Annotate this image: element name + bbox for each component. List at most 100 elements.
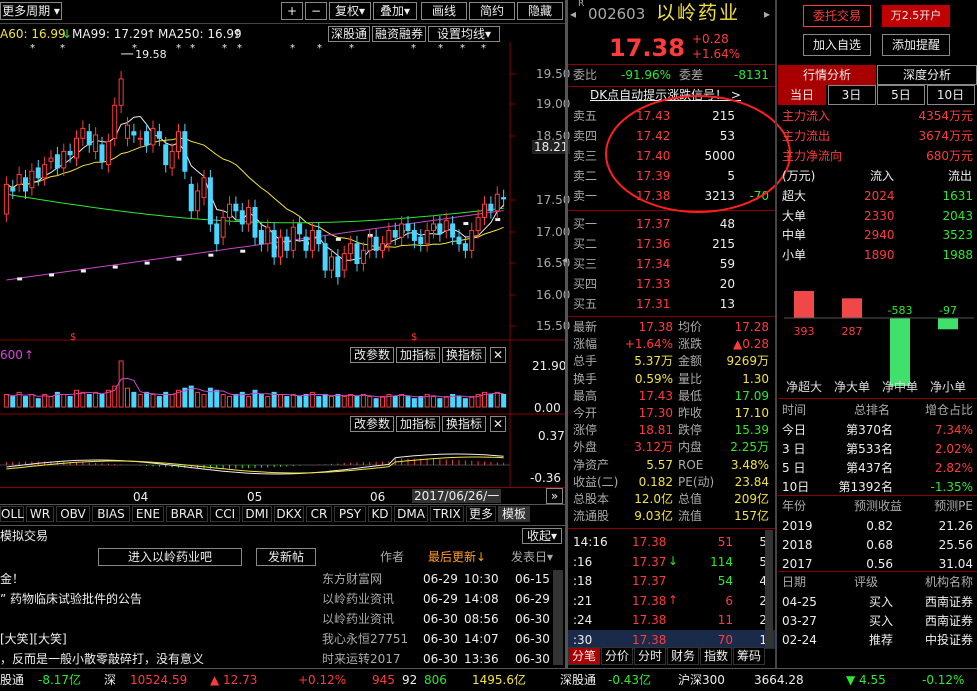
- enter-bar-button[interactable]: 进入以岭药业吧: [98, 548, 242, 566]
- quote-label: 换手: [573, 371, 598, 386]
- macd-param-button[interactable]: 改参数: [350, 416, 394, 432]
- close-icon[interactable]: ✕: [490, 347, 506, 363]
- indicator-tab[interactable]: ENE: [132, 506, 164, 522]
- forum-row[interactable]: 以岭药业资讯 06-30 08:56 06-30: [0, 609, 553, 629]
- vol-swap-indicator-button[interactable]: 换指标: [442, 347, 486, 363]
- indicator-tab[interactable]: OLL: [0, 506, 24, 522]
- tab-market-analysis[interactable]: 行情分析: [778, 65, 876, 85]
- tick-tab[interactable]: 分时: [634, 647, 666, 665]
- bid-row[interactable]: 买三 17.34 59: [568, 254, 775, 274]
- macd-add-indicator-button[interactable]: 加指标: [396, 416, 440, 432]
- analysis-tabs: 行情分析 深度分析: [778, 65, 977, 85]
- candle-body: [176, 131, 181, 152]
- candle-body: [258, 230, 264, 245]
- indicator-tab[interactable]: DMI: [242, 506, 272, 522]
- volume-bar: [29, 393, 35, 408]
- indicator-tab[interactable]: WR: [26, 506, 54, 522]
- net-flow-bar: [890, 318, 910, 386]
- period-tab[interactable]: 当日: [778, 85, 826, 105]
- prev-stock-icon[interactable]: ◂: [570, 8, 576, 20]
- close-icon[interactable]: ✕: [490, 416, 506, 432]
- volume-bar: [131, 391, 137, 408]
- indicator-tab[interactable]: 更多: [466, 506, 496, 522]
- indicator-tab[interactable]: 模板: [498, 506, 530, 522]
- draw-line-button[interactable]: 画线: [421, 2, 467, 20]
- volume-bar: [316, 396, 322, 408]
- flow-in: 2940: [864, 228, 895, 242]
- candle-body: [156, 131, 162, 139]
- table-cell: 中投证券: [924, 633, 973, 647]
- macd-swap-indicator-button[interactable]: 换指标: [442, 416, 486, 432]
- forum-row[interactable]: ” 药物临床试验批件的公告 以岭药业资讯 06-29 14:08 06-29: [0, 589, 553, 609]
- tick-scrollbar[interactable]: [765, 530, 773, 648]
- col-posted[interactable]: 发表日▾: [511, 551, 553, 563]
- vol-param-button[interactable]: 改参数: [350, 347, 394, 363]
- tick-tab[interactable]: 分笔: [568, 647, 600, 665]
- tick-tab[interactable]: 指数: [700, 647, 732, 665]
- scroll-right-icon[interactable]: »: [546, 488, 563, 504]
- bid-row[interactable]: 买五 17.31 13: [568, 294, 775, 314]
- indicator-tab[interactable]: DKX: [274, 506, 304, 522]
- tab-depth-analysis[interactable]: 深度分析: [877, 65, 977, 85]
- trade-button[interactable]: 委托交易: [803, 5, 871, 27]
- quote-label: 外盘: [573, 440, 598, 455]
- tick-tab[interactable]: 分价: [601, 647, 633, 665]
- zoom-in-button[interactable]: +: [281, 2, 303, 20]
- forum-row[interactable]: ，反而是一般小散零敲碎打，没有意义 时来运转2017 06-30 13:36 06-30: [0, 649, 553, 669]
- indicator-tab[interactable]: DMA: [394, 506, 428, 522]
- tick-time: :21: [573, 593, 593, 608]
- forum-row[interactable]: 金！ 东方财富网 06-29 10:30 06-15: [0, 569, 553, 589]
- add-alert-button[interactable]: 添加提醒: [882, 34, 950, 56]
- new-post-button[interactable]: 发新帖: [256, 548, 316, 566]
- candle-body: [354, 243, 360, 265]
- period-tab[interactable]: 3日: [827, 85, 876, 105]
- table-row: 3 日 第533名 2.02%: [778, 439, 977, 458]
- tick-row: :24 17.38 11 2: [568, 610, 775, 629]
- volume-bar: [35, 398, 41, 408]
- col-latest[interactable]: 最后更新↓: [428, 551, 486, 563]
- indicator-tab[interactable]: TRIX: [430, 506, 464, 522]
- kline-chart[interactable]: 19.58* * * * * * * * * * * * * *$ $: [0, 42, 565, 504]
- quote-label: 均价: [678, 320, 703, 334]
- bid-row[interactable]: 买二 17.36 215: [568, 234, 775, 254]
- hide-button[interactable]: 隐藏: [517, 2, 563, 20]
- zoom-out-button[interactable]: −: [305, 2, 327, 20]
- set-ma-button[interactable]: 设置均线▾: [428, 26, 500, 42]
- volume-arrow-icon: ↑: [24, 348, 35, 362]
- indicator-tab[interactable]: BIAS: [92, 506, 130, 522]
- next-stock-icon[interactable]: ▸: [764, 8, 770, 20]
- sz-pct: +0.12%: [298, 673, 347, 687]
- vol-add-indicator-button[interactable]: 加指标: [396, 347, 440, 363]
- quote-value: 0.182: [638, 474, 673, 489]
- period-tab[interactable]: 10日: [926, 85, 975, 105]
- forum-scrollbar[interactable]: [553, 570, 563, 665]
- forum-row[interactable]: [大笑][大笑] 我心永恒27751 06-30 14:07 06-30: [0, 629, 553, 649]
- candle-body: [10, 187, 16, 192]
- indicator-tab[interactable]: OBV: [56, 506, 90, 522]
- margin-button[interactable]: 融资融券: [372, 26, 426, 42]
- period-tab[interactable]: 5日: [877, 85, 925, 105]
- fuquan-button[interactable]: 复权▾: [329, 2, 371, 20]
- sgt-button[interactable]: 深股通: [328, 26, 370, 42]
- period-dropdown[interactable]: 更多周期 ▾: [0, 2, 62, 20]
- tick-tab[interactable]: 财务: [667, 647, 699, 665]
- indicator-tab[interactable]: CCI: [210, 506, 240, 522]
- flow-table: (万元) 流入 流出 超大 2024 1631 大单 2330 2043 中单 2940 352…: [778, 166, 977, 266]
- indicator-tab[interactable]: BRAR: [166, 506, 208, 522]
- overlay-button[interactable]: 叠加▾: [373, 2, 417, 20]
- indicator-tab[interactable]: PSY: [334, 506, 366, 522]
- indicator-tab[interactable]: KD: [368, 506, 392, 522]
- table-cell: 5 日: [782, 461, 806, 475]
- quote-label: 总值: [678, 492, 703, 506]
- simple-button[interactable]: 简约: [469, 2, 515, 20]
- flow-row: 超大 2024 1631: [778, 186, 977, 205]
- indicator-tab[interactable]: CR: [306, 506, 332, 522]
- volume-bar: [437, 398, 443, 408]
- star-marker-icon: *: [176, 43, 181, 54]
- open-account-button[interactable]: 万2.5开户: [882, 5, 950, 27]
- forum-tab[interactable]: 模拟交易: [0, 530, 48, 542]
- bid-row[interactable]: 买四 17.33 20: [568, 274, 775, 294]
- collapse-button[interactable]: 收起▾: [522, 528, 562, 544]
- tick-tab[interactable]: 筹码: [733, 647, 765, 665]
- add-watchlist-button[interactable]: 加入自选: [803, 34, 871, 56]
